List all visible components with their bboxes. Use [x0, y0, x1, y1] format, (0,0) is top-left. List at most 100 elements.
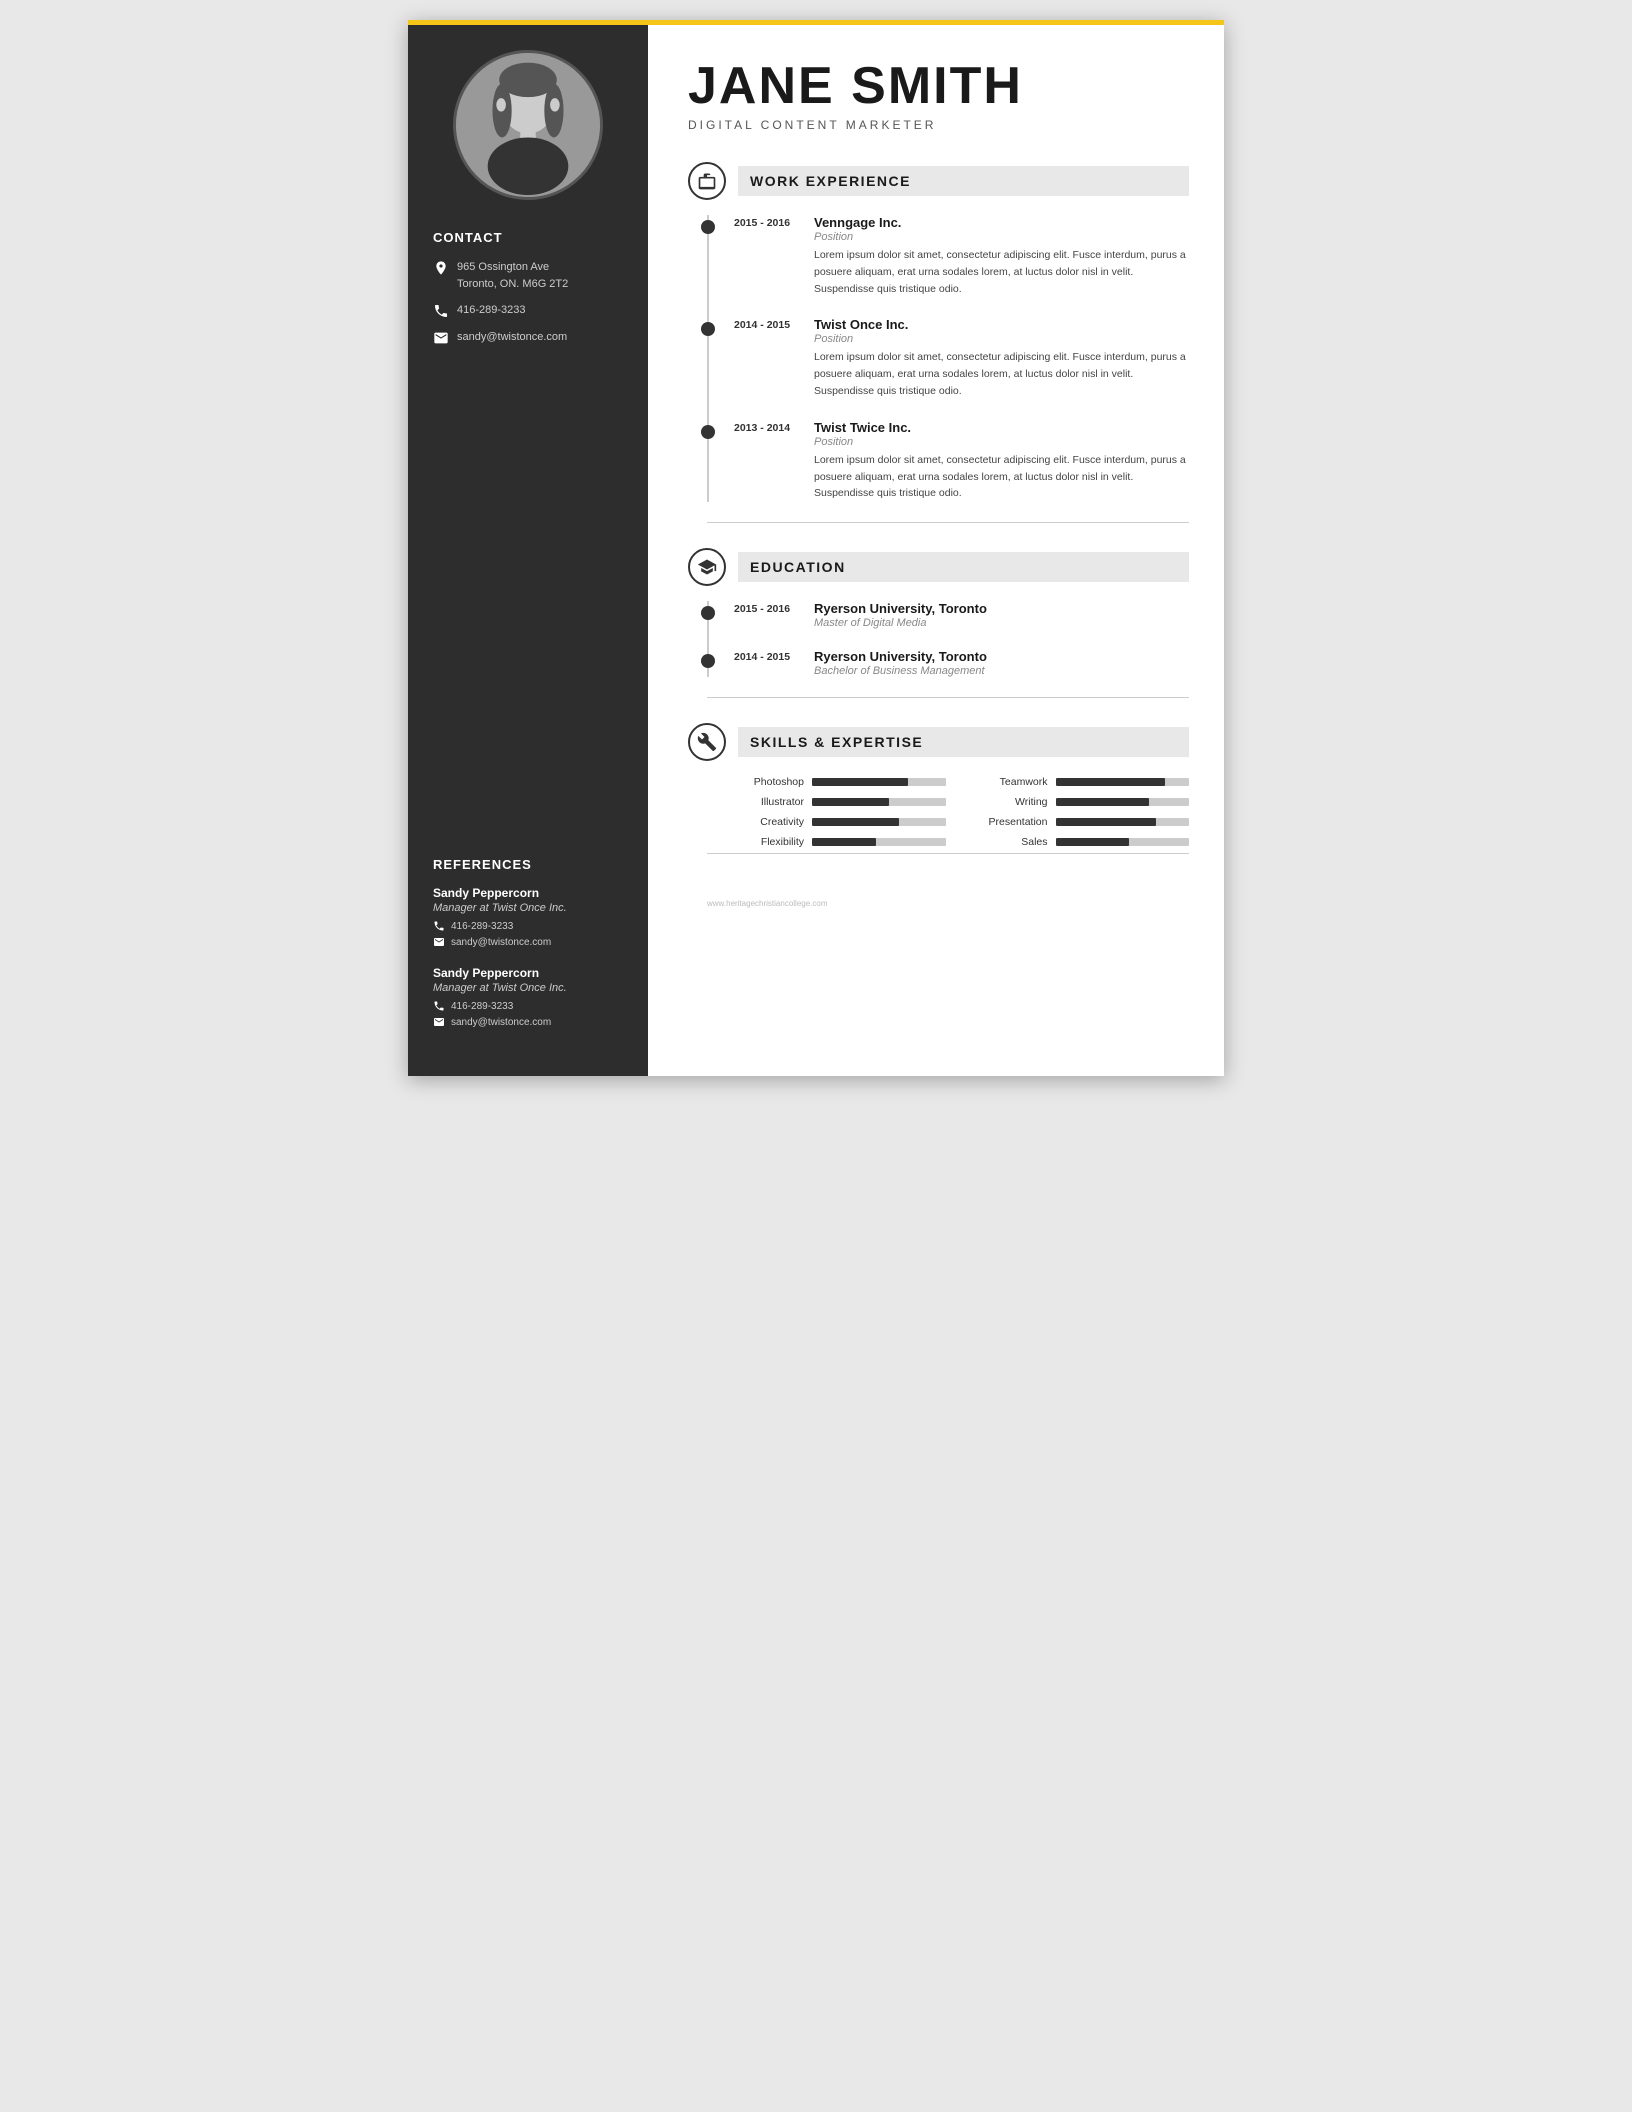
- skill-left-label-2: Creativity: [732, 816, 804, 828]
- work-icon-circle: [688, 162, 726, 200]
- edu-institution-1: Ryerson University, Toronto: [814, 649, 1189, 664]
- work-position-2: Position: [814, 436, 1189, 448]
- skill-right-bar-fill-3: [1056, 838, 1129, 846]
- skill-left-bar-bg-0: [812, 778, 946, 786]
- work-date-0: 2015 - 2016: [734, 215, 814, 297]
- skill-right-2: Presentation: [976, 816, 1190, 828]
- skill-left-bar-fill-2: [812, 818, 899, 826]
- contact-section: CONTACT 965 Ossington Ave Toronto, ON. M…: [433, 230, 623, 356]
- work-desc-0: Lorem ipsum dolor sit amet, consectetur …: [814, 247, 1189, 297]
- edu-section-title: EDUCATION: [738, 552, 1189, 582]
- edu-body-0: Ryerson University, Toronto Master of Di…: [814, 601, 1189, 629]
- email-text: sandy@twistonce.com: [457, 329, 567, 346]
- sidebar: CONTACT 965 Ossington Ave Toronto, ON. M…: [408, 20, 648, 1076]
- work-timeline: 2015 - 2016 Venngage Inc. Position Lorem…: [707, 215, 1189, 502]
- ref1-name: Sandy Peppercorn: [433, 886, 623, 900]
- work-divider: [707, 522, 1189, 523]
- work-section-title: WORK EXPERIENCE: [738, 166, 1189, 196]
- ref1-title: Manager at Twist Once Inc.: [433, 902, 623, 914]
- education-section: EDUCATION 2015 - 2016 Ryerson University…: [688, 548, 1189, 698]
- address-item: 965 Ossington Ave Toronto, ON. M6G 2T2: [433, 259, 623, 292]
- skill-left-bar-bg-3: [812, 838, 946, 846]
- skill-right-bar-bg-2: [1056, 818, 1190, 826]
- edu-date-0: 2015 - 2016: [734, 601, 814, 629]
- work-body-1: Twist Once Inc. Position Lorem ipsum dol…: [814, 317, 1189, 399]
- edu-degree-1: Bachelor of Business Management: [814, 665, 1189, 677]
- skill-right-bar-fill-1: [1056, 798, 1149, 806]
- skill-right-3: Sales: [976, 836, 1190, 848]
- edu-institution-0: Ryerson University, Toronto: [814, 601, 1189, 616]
- work-company-2: Twist Twice Inc.: [814, 420, 1189, 435]
- skill-right-label-2: Presentation: [976, 816, 1048, 828]
- phone-text: 416-289-3233: [457, 302, 526, 319]
- skill-right-label-0: Teamwork: [976, 776, 1048, 788]
- watermark: www.heritagechristiancollege.com: [688, 899, 1189, 908]
- email-item: sandy@twistonce.com: [433, 329, 623, 346]
- resume-container: CONTACT 965 Ossington Ave Toronto, ON. M…: [408, 20, 1224, 1076]
- work-desc-1: Lorem ipsum dolor sit amet, consectetur …: [814, 349, 1189, 399]
- avatar-container: [433, 50, 623, 200]
- reference-item-2: Sandy Peppercorn Manager at Twist Once I…: [433, 966, 623, 1028]
- skill-right-bar-bg-1: [1056, 798, 1190, 806]
- skill-left-label-0: Photoshop: [732, 776, 804, 788]
- email-icon: [433, 330, 449, 346]
- edu-degree-0: Master of Digital Media: [814, 617, 1189, 629]
- skill-left-3: Flexibility: [732, 836, 946, 848]
- references-section: REFERENCES Sandy Peppercorn Manager at T…: [433, 837, 623, 1046]
- edu-divider: [707, 697, 1189, 698]
- work-date-2: 2013 - 2014: [734, 420, 814, 502]
- references-title: REFERENCES: [433, 857, 623, 872]
- avatar: [453, 50, 603, 200]
- work-entry-2: 2013 - 2014 Twist Twice Inc. Position Lo…: [734, 420, 1189, 502]
- phone-item: 416-289-3233: [433, 302, 623, 319]
- skill-right-bar-bg-3: [1056, 838, 1190, 846]
- skills-section: SKILLS & EXPERTISE Photoshop Teamwork Il…: [688, 723, 1189, 854]
- skill-right-bar-fill-2: [1056, 818, 1156, 826]
- ref2-email-icon: [433, 1016, 445, 1028]
- skill-right-label-3: Sales: [976, 836, 1048, 848]
- skills-divider: [707, 853, 1189, 854]
- skills-icon-circle: [688, 723, 726, 761]
- ref1-phone-icon: [433, 920, 445, 932]
- work-desc-2: Lorem ipsum dolor sit amet, consectetur …: [814, 452, 1189, 502]
- graduation-icon: [697, 557, 717, 577]
- ref1-email-icon: [433, 936, 445, 948]
- work-position-1: Position: [814, 333, 1189, 345]
- skill-right-bar-fill-0: [1056, 778, 1165, 786]
- skill-left-label-3: Flexibility: [732, 836, 804, 848]
- work-experience-section: WORK EXPERIENCE 2015 - 2016 Venngage Inc…: [688, 162, 1189, 523]
- skills-section-title: SKILLS & EXPERTISE: [738, 727, 1189, 757]
- ref2-title: Manager at Twist Once Inc.: [433, 982, 623, 994]
- work-section-header: WORK EXPERIENCE: [688, 162, 1189, 200]
- skill-left-label-1: Illustrator: [732, 796, 804, 808]
- edu-entry-0: 2015 - 2016 Ryerson University, Toronto …: [734, 601, 1189, 629]
- work-body-0: Venngage Inc. Position Lorem ipsum dolor…: [814, 215, 1189, 297]
- skill-left-bar-bg-2: [812, 818, 946, 826]
- ref2-name: Sandy Peppercorn: [433, 966, 623, 980]
- edu-body-1: Ryerson University, Toronto Bachelor of …: [814, 649, 1189, 677]
- work-position-0: Position: [814, 231, 1189, 243]
- skill-right-bar-bg-0: [1056, 778, 1190, 786]
- ref1-phone: 416-289-3233: [433, 920, 623, 932]
- main-content: JANE SMITH DIGITAL CONTENT MARKETER WORK…: [648, 20, 1224, 1076]
- skills-grid: Photoshop Teamwork Illustrator Writing: [707, 776, 1189, 848]
- skill-right-label-1: Writing: [976, 796, 1048, 808]
- skill-left-bar-bg-1: [812, 798, 946, 806]
- ref2-email: sandy@twistonce.com: [433, 1016, 623, 1028]
- reference-item-1: Sandy Peppercorn Manager at Twist Once I…: [433, 886, 623, 948]
- work-company-0: Venngage Inc.: [814, 215, 1189, 230]
- ref1-email: sandy@twistonce.com: [433, 936, 623, 948]
- ref2-phone-icon: [433, 1000, 445, 1012]
- address-text: 965 Ossington Ave Toronto, ON. M6G 2T2: [457, 259, 568, 292]
- skill-left-2: Creativity: [732, 816, 946, 828]
- edu-entry-1: 2014 - 2015 Ryerson University, Toronto …: [734, 649, 1189, 677]
- work-entry-1: 2014 - 2015 Twist Once Inc. Position Lor…: [734, 317, 1189, 399]
- avatar-illustration: [456, 53, 600, 197]
- skill-left-1: Illustrator: [732, 796, 946, 808]
- work-company-1: Twist Once Inc.: [814, 317, 1189, 332]
- work-date-1: 2014 - 2015: [734, 317, 814, 399]
- skill-left-bar-fill-3: [812, 838, 876, 846]
- work-body-2: Twist Twice Inc. Position Lorem ipsum do…: [814, 420, 1189, 502]
- header: JANE SMITH DIGITAL CONTENT MARKETER: [688, 60, 1189, 162]
- skills-section-header: SKILLS & EXPERTISE: [688, 723, 1189, 761]
